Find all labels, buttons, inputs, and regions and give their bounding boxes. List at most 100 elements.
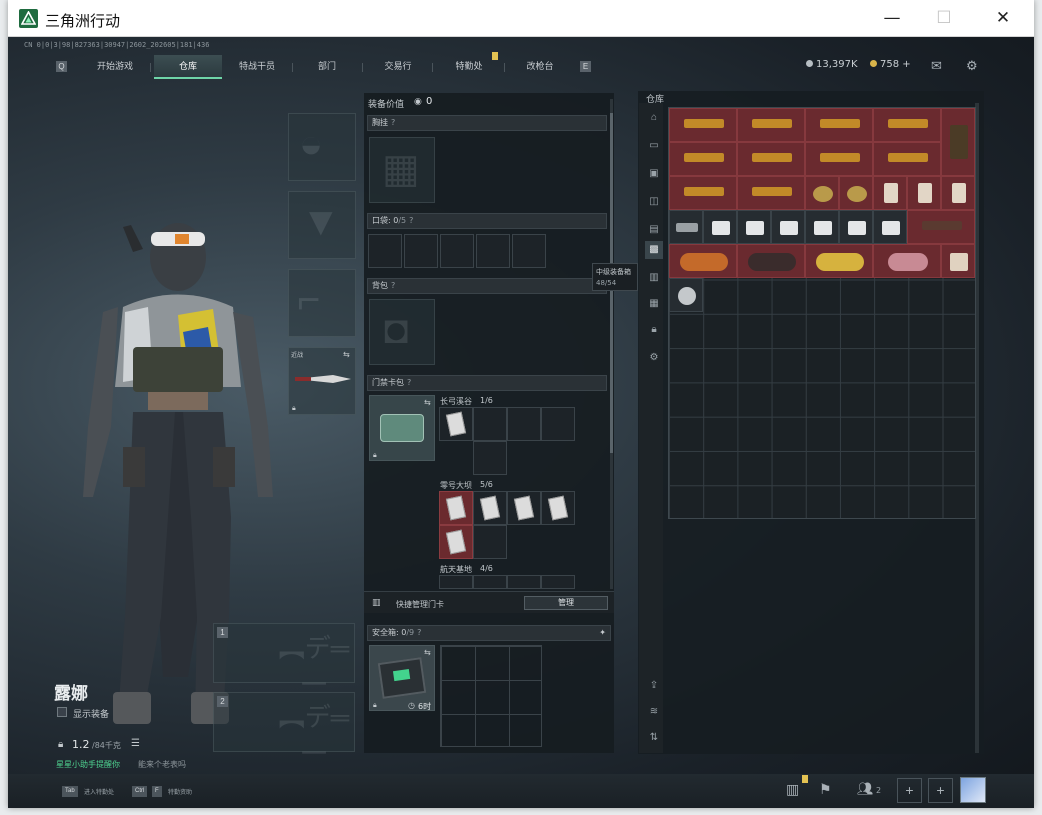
tab-gunsmith[interactable]: 改枪台 [506, 55, 574, 79]
stash-filter-collection-icon[interactable]: ▩ [645, 241, 663, 259]
manage-button[interactable]: 管理 [524, 596, 608, 610]
nav-key-left[interactable]: Q [56, 61, 67, 72]
player-avatar[interactable] [960, 777, 986, 803]
nav-key-right[interactable]: E [580, 61, 591, 72]
stash-item[interactable] [805, 244, 873, 278]
stash-layers-icon[interactable]: ≋ [645, 703, 663, 721]
key-cell[interactable] [541, 575, 575, 589]
pocket-cell[interactable] [368, 234, 402, 268]
stash-filter-key-icon[interactable]: ▥ [645, 269, 663, 287]
tab-warehouse[interactable]: 仓库 [154, 55, 222, 79]
key-cell[interactable] [473, 525, 507, 559]
stash-item[interactable] [737, 244, 805, 278]
primary-weapon-slot[interactable]: 1 ︻デ═一 [213, 623, 355, 700]
melee-slot[interactable]: 近战 ⇆ 🔒︎ [288, 347, 356, 415]
stash-item[interactable] [669, 278, 703, 312]
pistol-slot[interactable]: ⌐ [288, 269, 356, 337]
stash-item[interactable] [873, 244, 941, 278]
stash-item[interactable] [669, 108, 737, 142]
maximize-button[interactable]: ☐ [915, 0, 973, 37]
stash-filter-armor-icon[interactable]: ▣ [645, 165, 663, 183]
stash-filter-bag-icon[interactable]: ◫ [645, 193, 663, 211]
stash-item[interactable] [669, 244, 737, 278]
stash-item[interactable] [805, 108, 873, 142]
safebox-grid[interactable] [440, 645, 542, 747]
add-teammate-button[interactable]: + [928, 778, 953, 803]
key-cell[interactable] [439, 407, 473, 441]
stash-item[interactable] [737, 108, 805, 142]
stash-item[interactable] [873, 176, 907, 210]
key-cell[interactable] [473, 575, 507, 589]
stash-filter-all-icon[interactable]: ⌂ [645, 109, 663, 127]
stash-item[interactable] [737, 142, 805, 176]
help-icon[interactable]: ? [417, 628, 421, 637]
tab-key-text[interactable]: 进入特勤处 [84, 787, 114, 796]
mail-icon[interactable]: ✉ [931, 58, 942, 74]
pocket-cell[interactable] [512, 234, 546, 268]
close-button[interactable]: ✕ [974, 0, 1032, 37]
friends-icon[interactable]: 👥︎ [857, 781, 874, 797]
helmet-slot[interactable]: ◒ [288, 113, 356, 181]
stash-settings-icon[interactable]: ⚙ [645, 349, 663, 367]
stash-item[interactable] [941, 176, 975, 210]
safebox-slot[interactable]: ⇆ 🔒︎ ◷ 6时 [369, 645, 435, 711]
stash-filter-weapon-icon[interactable]: ▭ [645, 137, 663, 155]
help-icon[interactable]: ? [391, 281, 395, 290]
key-cell[interactable] [439, 575, 473, 589]
key-cell[interactable] [473, 491, 507, 525]
stash-item[interactable] [805, 176, 839, 210]
help-icon[interactable]: ? [409, 216, 413, 225]
flag-icon[interactable]: ⚑ [819, 781, 832, 798]
stash-item[interactable] [873, 210, 907, 244]
pocket-cell[interactable] [404, 234, 438, 268]
key-cell[interactable] [439, 491, 473, 525]
stash-item[interactable] [941, 244, 975, 278]
stash-item[interactable] [941, 108, 975, 176]
stats-chart-icon[interactable]: ▥ [786, 781, 799, 798]
add-teammate-button[interactable]: + [897, 778, 922, 803]
stash-item[interactable] [907, 210, 975, 244]
pocket-cell[interactable] [476, 234, 510, 268]
stash-item[interactable] [839, 210, 873, 244]
stash-item[interactable] [839, 176, 873, 210]
backpack-slot[interactable]: ◘ [369, 299, 435, 365]
chest-rig-slot[interactable]: ▦ [369, 137, 435, 203]
stash-item[interactable] [669, 176, 737, 210]
stash-export-icon[interactable]: ⇪ [645, 677, 663, 695]
secondary-weapon-slot[interactable]: 2 ︻デ═一 [213, 692, 355, 769]
stash-item[interactable] [669, 210, 703, 244]
stash-item[interactable] [669, 142, 737, 176]
pocket-cell[interactable] [440, 234, 474, 268]
minimize-button[interactable]: — [863, 0, 921, 37]
swap-icon[interactable]: ⇆ [343, 350, 350, 359]
stash-item[interactable] [873, 108, 941, 142]
key-cell[interactable] [507, 575, 541, 589]
swap-icon[interactable]: ⇆ [424, 398, 431, 407]
stash-filter-ammo-icon[interactable]: ▤ [645, 221, 663, 239]
tab-operators[interactable]: 特战干员 [222, 55, 292, 79]
stash-lock-icon[interactable]: 🔒︎ [645, 321, 663, 339]
stash-item[interactable] [737, 210, 771, 244]
help-icon[interactable]: ? [391, 118, 395, 127]
key-cell[interactable] [541, 491, 575, 525]
list-icon[interactable]: ☰ [131, 738, 140, 749]
stash-item[interactable] [703, 210, 737, 244]
key-cell[interactable] [541, 407, 575, 441]
settings-gear-icon[interactable]: ⚙ [966, 58, 978, 74]
key-cell[interactable] [473, 407, 507, 441]
key-cell[interactable] [507, 491, 541, 525]
armor-slot[interactable]: ▼ [288, 191, 356, 259]
pin-icon[interactable]: ✦ [599, 626, 606, 640]
stash-item[interactable] [907, 176, 941, 210]
key-cell[interactable] [473, 441, 507, 475]
tab-start-game[interactable]: 开始游戏 [80, 55, 150, 79]
stash-item[interactable] [805, 142, 873, 176]
key-cell[interactable] [507, 407, 541, 441]
stash-item[interactable] [873, 142, 941, 176]
swap-icon[interactable]: ⇆ [424, 648, 431, 657]
key-case-slot[interactable]: ⇆ 🔒︎ [369, 395, 435, 461]
stash-item[interactable] [771, 210, 805, 244]
stash-item[interactable] [737, 176, 805, 210]
ctrl-key-text[interactable]: 特勤资助 [168, 787, 192, 796]
stash-sort-icon[interactable]: ⇅ [645, 729, 663, 747]
